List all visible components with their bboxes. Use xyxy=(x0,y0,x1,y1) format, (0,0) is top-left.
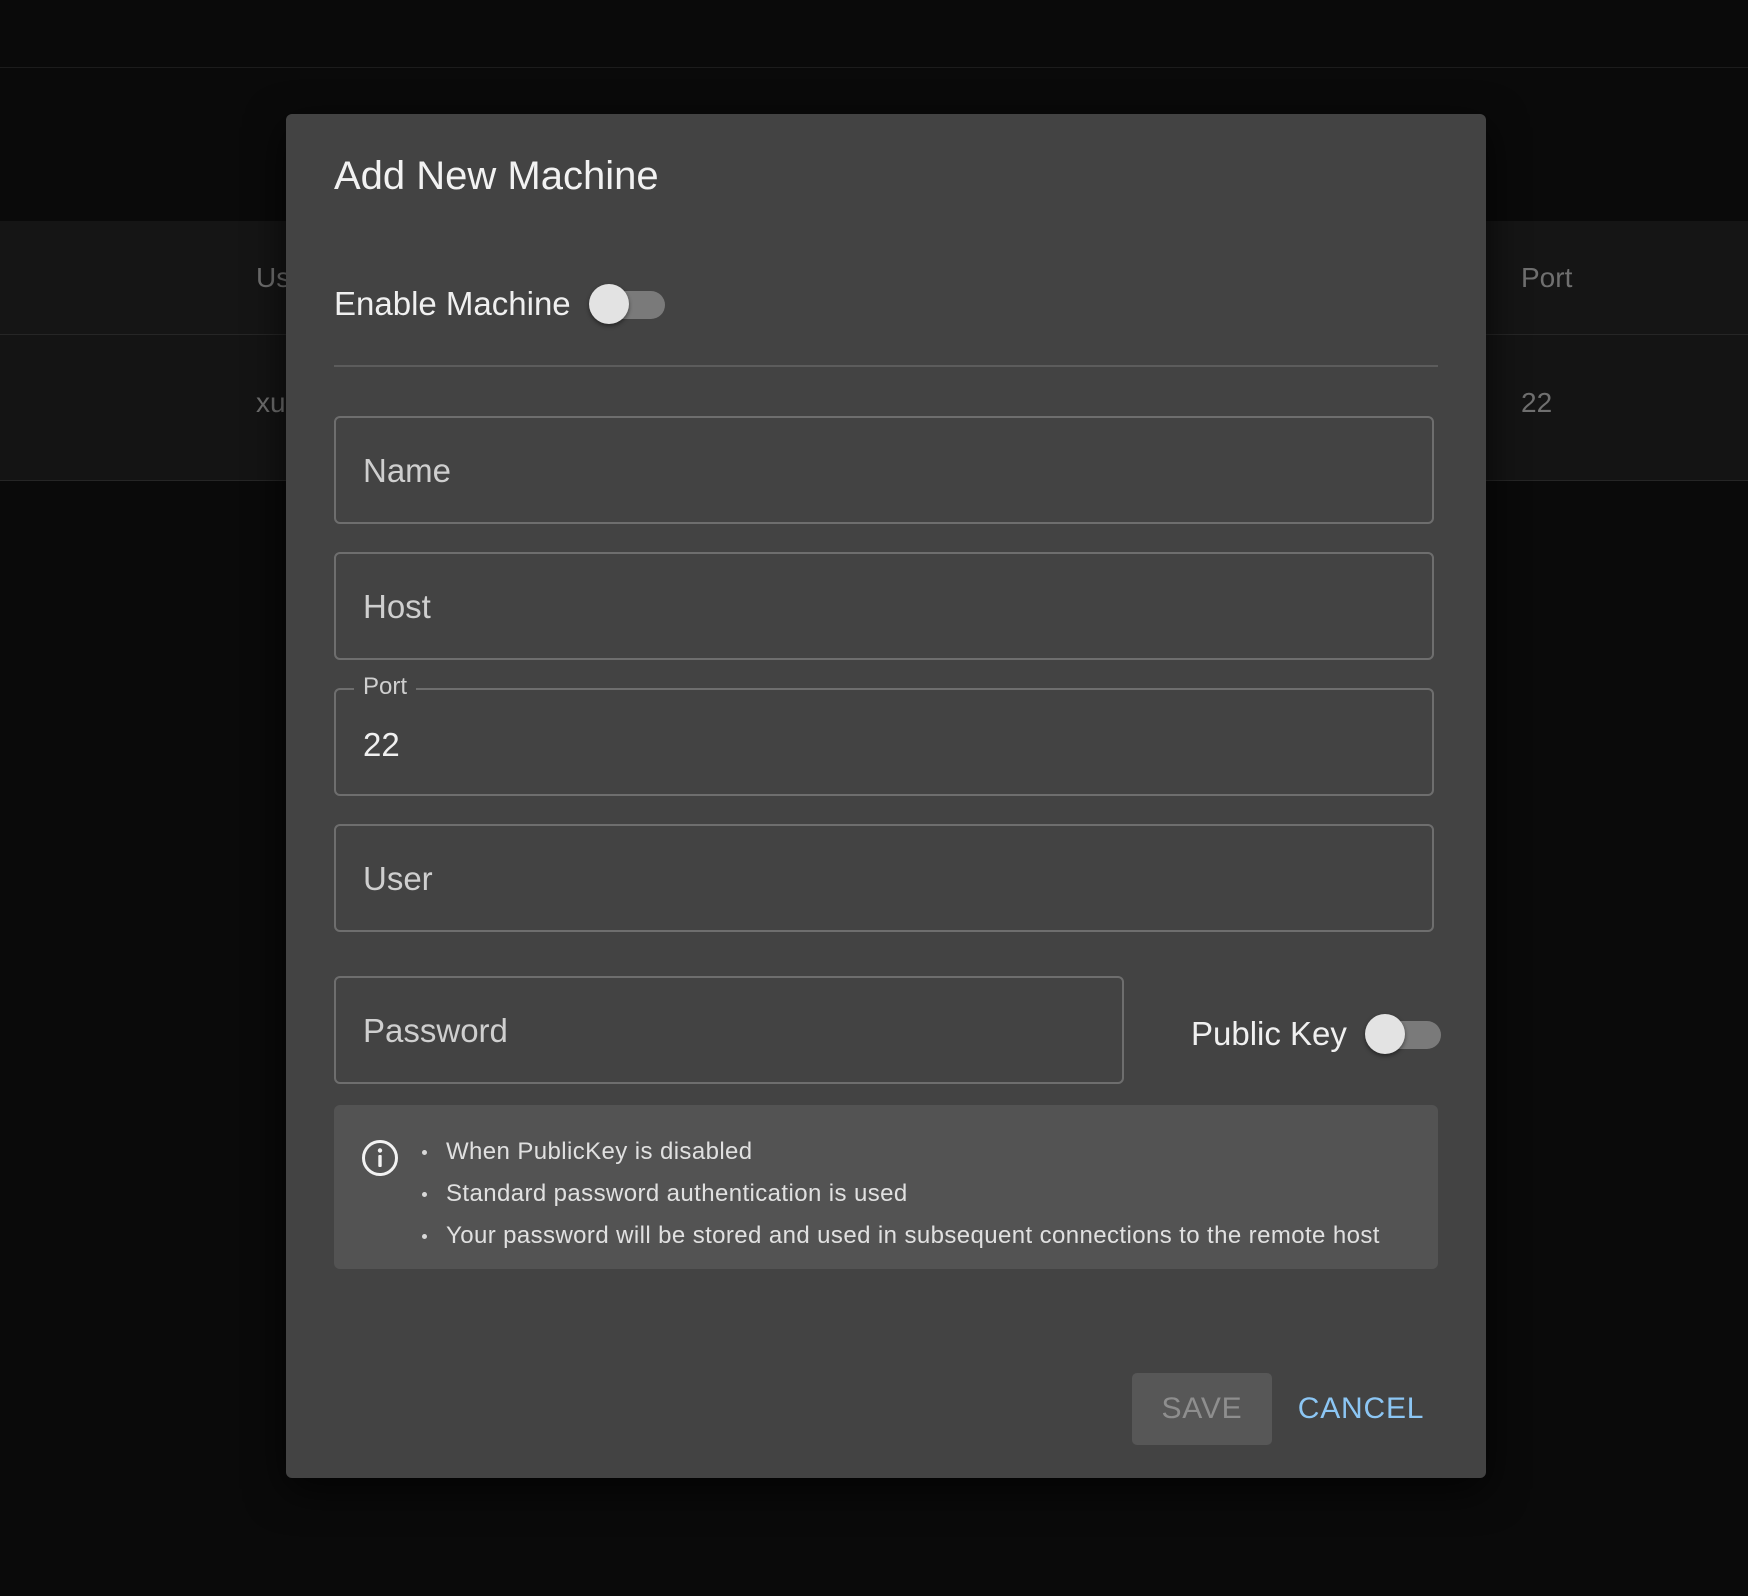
port-value: 22 xyxy=(363,726,400,763)
name-field[interactable]: Name xyxy=(334,416,1434,524)
dialog-divider xyxy=(334,365,1438,367)
user-placeholder: User xyxy=(363,860,433,897)
password-field[interactable]: Password xyxy=(334,976,1124,1084)
host-placeholder: Host xyxy=(363,588,431,625)
switch-thumb xyxy=(588,284,629,324)
column-header-port: Port xyxy=(1521,262,1573,293)
port-field[interactable]: Port 22 xyxy=(334,673,1434,796)
info-item: Standard password authentication is used xyxy=(422,1173,1380,1215)
info-item: Your password will be stored and used in… xyxy=(422,1215,1380,1257)
switch-thumb xyxy=(1364,1014,1405,1054)
table-cell-user: xu xyxy=(256,387,286,418)
host-field[interactable]: Host xyxy=(334,552,1434,660)
port-label: Port xyxy=(354,673,417,701)
password-placeholder: Password xyxy=(363,1012,508,1049)
cancel-button[interactable]: CANCEL xyxy=(1288,1373,1434,1445)
user-field[interactable]: User xyxy=(334,824,1434,932)
info-alert: When PublicKey is disabled Standard pass… xyxy=(334,1105,1438,1269)
public-key-label: Public Key xyxy=(1191,1015,1347,1052)
save-button[interactable]: SAVE xyxy=(1132,1373,1272,1445)
enable-machine-label: Enable Machine xyxy=(334,285,571,322)
public-key-row: Public Key xyxy=(1191,1004,1441,1064)
add-machine-dialog: Add New Machine Enable Machine Name Host… xyxy=(286,114,1486,1478)
name-placeholder: Name xyxy=(363,452,452,489)
dialog-title: Add New Machine xyxy=(334,154,659,198)
enable-machine-switch[interactable] xyxy=(588,279,665,329)
info-list: When PublicKey is disabled Standard pass… xyxy=(422,1131,1380,1257)
public-key-switch[interactable] xyxy=(1364,1009,1441,1059)
info-circle-icon xyxy=(362,1140,398,1176)
info-item: When PublicKey is disabled xyxy=(422,1131,1380,1173)
header-divider xyxy=(0,67,1748,68)
enable-machine-row: Enable Machine xyxy=(334,274,665,334)
table-cell-port: 22 xyxy=(1521,387,1553,418)
